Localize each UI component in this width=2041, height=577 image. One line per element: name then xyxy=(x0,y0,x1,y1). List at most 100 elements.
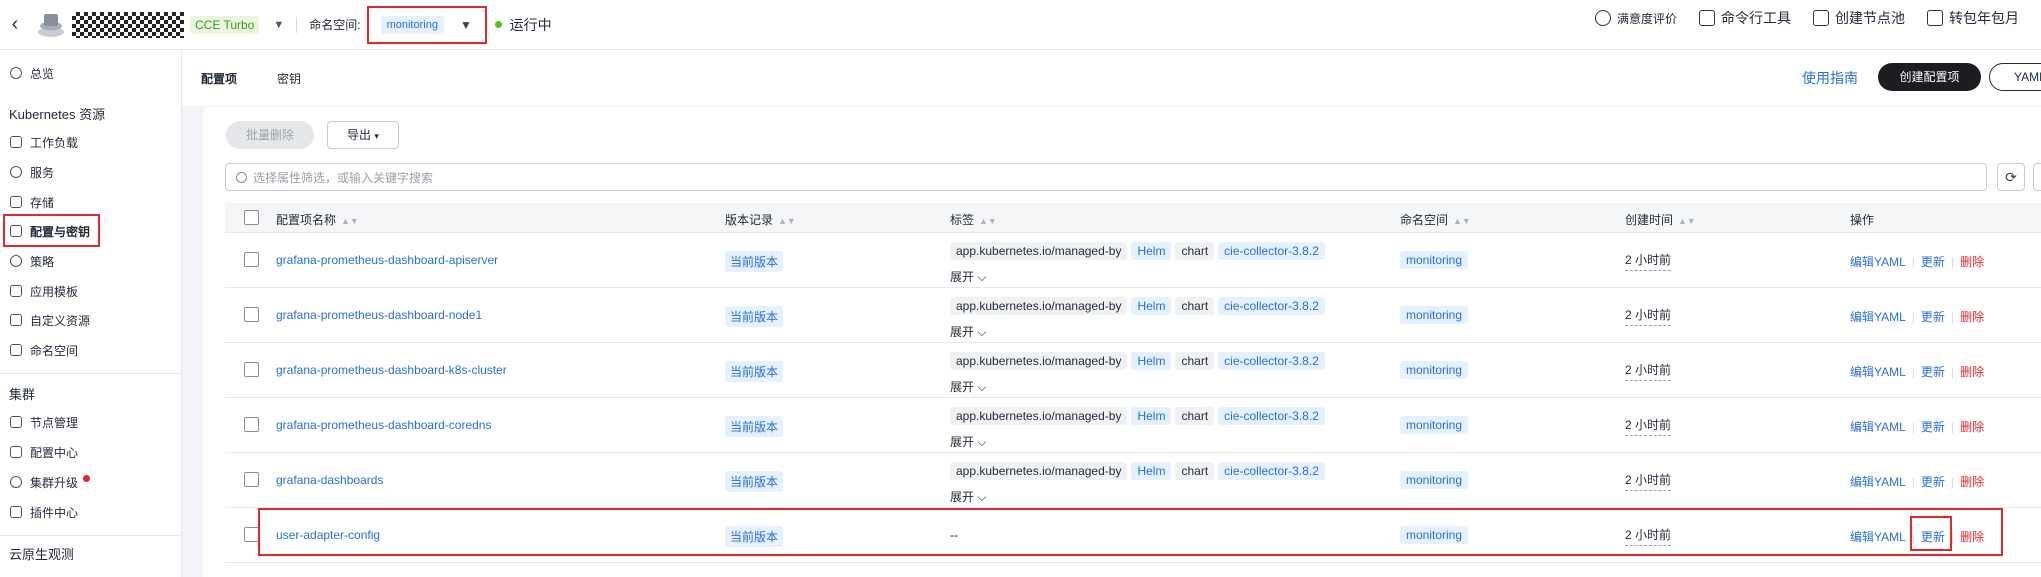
namespace-selector[interactable]: monitoring ▼ xyxy=(366,5,487,44)
row-checkbox[interactable] xyxy=(244,527,259,542)
column-header-namespace[interactable]: 命名空间 ▲▼ xyxy=(1400,211,1471,228)
create-configmap-button[interactable]: 创建配置项 xyxy=(1878,63,1981,91)
update-link[interactable]: 更新 xyxy=(1921,365,1945,379)
sidebar-item-custom-resources[interactable]: 自定义资源 xyxy=(10,310,90,330)
status-dot-icon xyxy=(494,21,502,28)
column-header-name[interactable]: 配置项名称 ▲▼ xyxy=(276,211,359,228)
cli-tool-link[interactable]: 命令行工具 xyxy=(1699,8,1791,28)
top-bar: ‹ CCE Turbo ▼ 命名空间: monitoring ▼ 运行中 满意度… xyxy=(0,0,2041,50)
table-row: grafana-dashboards 当前版本 app.kubernetes.i… xyxy=(225,453,2041,508)
chevron-down-icon: ⌵ xyxy=(977,435,987,449)
divider: | xyxy=(1950,420,1955,434)
configmap-name-link[interactable]: grafana-dashboards xyxy=(276,473,383,487)
configmap-name-link[interactable]: grafana-prometheus-dashboard-coredns xyxy=(276,418,491,432)
created-time: 2 小时前 xyxy=(1625,306,1672,326)
update-link[interactable]: 更新 xyxy=(1921,255,1945,269)
namespace-selected-value: monitoring xyxy=(380,15,444,34)
expand-labels-button[interactable]: 展开 ⌵ xyxy=(950,268,986,285)
sidebar-item-cluster-upgrade[interactable]: 集群升级 xyxy=(10,472,91,492)
sidebar-item-config-center[interactable]: 配置中心 xyxy=(10,442,78,462)
sidebar-item-services[interactable]: 服务 xyxy=(10,162,54,182)
configmap-name-link[interactable]: grafana-prometheus-dashboard-apiserver xyxy=(276,253,498,267)
delete-link[interactable]: 删除 xyxy=(1960,420,1984,434)
cluster-switch-caret-icon[interactable]: ▼ xyxy=(273,19,284,31)
select-all-checkbox[interactable] xyxy=(244,210,259,225)
sort-icon: ▲▼ xyxy=(979,216,997,226)
delete-link[interactable]: 删除 xyxy=(1960,310,1984,324)
version-badge[interactable]: 当前版本 xyxy=(725,416,784,437)
tab-configmaps[interactable]: 配置项 xyxy=(201,70,237,87)
update-link[interactable]: 更新 xyxy=(1921,310,1945,324)
update-highlight xyxy=(1910,516,1952,551)
page-header: 配置项 密钥 xyxy=(182,50,2041,106)
version-badge[interactable]: 当前版本 xyxy=(725,471,784,492)
namespace-badge: monitoring xyxy=(1400,361,1469,379)
label-value: cie-collector-3.8.2 xyxy=(1218,462,1325,480)
expand-labels-button[interactable]: 展开 ⌵ xyxy=(950,433,986,450)
sidebar-item-storage[interactable]: 存储 xyxy=(10,192,54,212)
labels-cell: app.kubernetes.io/managed-by Helm chart cie… xyxy=(950,297,1329,315)
sidebar-item-namespaces[interactable]: 命名空间 xyxy=(10,340,78,360)
row-checkbox[interactable] xyxy=(244,307,259,322)
delete-link[interactable]: 删除 xyxy=(1960,475,1984,489)
expand-labels-button[interactable]: 展开 ⌵ xyxy=(950,488,986,505)
sidebar-item-label: 存储 xyxy=(30,195,55,210)
search-input[interactable]: 选择属性筛选，或输入关键字搜索 xyxy=(225,163,1987,191)
label-key: app.kubernetes.io/managed-by xyxy=(950,462,1128,480)
create-yaml-button[interactable]: YAML xyxy=(1989,63,2041,91)
sidebar-item-workloads[interactable]: 工作负载 xyxy=(10,132,78,152)
sidebar-item-label: 自定义资源 xyxy=(30,313,91,328)
sidebar-item-app-templates[interactable]: 应用模板 xyxy=(10,281,78,301)
column-header-version[interactable]: 版本记录 ▲▼ xyxy=(725,211,796,228)
row-actions: 编辑YAML | 更新 | 删除 xyxy=(1850,418,1984,435)
sort-icon: ▲▼ xyxy=(1453,216,1471,226)
refresh-button[interactable]: ⟳ xyxy=(1997,163,2025,191)
sidebar-item-overview[interactable]: 总览 xyxy=(10,63,54,83)
edit-yaml-link[interactable]: 编辑YAML xyxy=(1850,365,1906,379)
batch-delete-button[interactable]: 批量删除 xyxy=(226,121,314,149)
label-key: app.kubernetes.io/managed-by xyxy=(950,297,1128,315)
cluster-status: 运行中 xyxy=(509,16,552,33)
row-checkbox[interactable] xyxy=(244,362,259,377)
tab-secrets[interactable]: 密钥 xyxy=(277,70,301,87)
sidebar-item-addons[interactable]: 插件中心 xyxy=(10,502,78,522)
delete-link[interactable]: 删除 xyxy=(1960,255,1984,269)
edit-yaml-link[interactable]: 编辑YAML xyxy=(1850,420,1906,434)
edit-yaml-link[interactable]: 编辑YAML xyxy=(1850,310,1906,324)
update-link[interactable]: 更新 xyxy=(1921,475,1945,489)
edit-yaml-link[interactable]: 编辑YAML xyxy=(1850,255,1906,269)
active-item-highlight xyxy=(3,214,100,247)
convert-subscription-link[interactable]: 转包年包月 xyxy=(1927,8,2019,28)
label-value: cie-collector-3.8.2 xyxy=(1218,297,1325,315)
export-button[interactable]: 导出 ▾ xyxy=(327,121,399,149)
expand-labels-button[interactable]: 展开 ⌵ xyxy=(950,378,986,395)
cube-icon xyxy=(10,344,22,356)
convert-subscription-label: 转包年包月 xyxy=(1949,10,2019,26)
expand-labels-button[interactable]: 展开 ⌵ xyxy=(950,323,986,340)
column-header-actions: 操作 xyxy=(1850,213,1875,227)
labels-cell: app.kubernetes.io/managed-by Helm chart cie… xyxy=(950,462,1329,480)
sidebar-item-nodes[interactable]: 节点管理 xyxy=(10,412,78,432)
back-icon[interactable]: ‹ xyxy=(0,13,30,36)
column-header-created[interactable]: 创建时间 ▲▼ xyxy=(1625,211,1696,228)
sidebar-item-policies[interactable]: 策略 xyxy=(10,251,54,271)
row-checkbox[interactable] xyxy=(244,472,259,487)
delete-link[interactable]: 删除 xyxy=(1960,365,1984,379)
edit-yaml-link[interactable]: 编辑YAML xyxy=(1850,475,1906,489)
column-header-labels[interactable]: 标签 ▲▼ xyxy=(950,211,997,228)
version-badge[interactable]: 当前版本 xyxy=(725,361,784,382)
top-actions: 满意度评价 命令行工具 创建节点池 转包年包月 xyxy=(1594,0,2041,36)
version-badge[interactable]: 当前版本 xyxy=(725,306,784,327)
create-node-pool-link[interactable]: 创建节点池 xyxy=(1813,8,1905,28)
version-badge[interactable]: 当前版本 xyxy=(725,251,784,272)
configmap-name-link[interactable]: grafana-prometheus-dashboard-k8s-cluster xyxy=(276,363,507,377)
feedback-link[interactable]: 满意度评价 xyxy=(1594,10,1677,27)
guide-link[interactable]: 使用指南 xyxy=(1802,68,1858,88)
settings-button[interactable] xyxy=(2033,163,2041,191)
label-value: cie-collector-3.8.2 xyxy=(1218,352,1325,370)
row-checkbox[interactable] xyxy=(244,252,259,267)
configmap-name-link[interactable]: grafana-prometheus-dashboard-node1 xyxy=(276,308,482,322)
row-checkbox[interactable] xyxy=(244,417,259,432)
update-link[interactable]: 更新 xyxy=(1921,420,1945,434)
label-key: chart xyxy=(1175,407,1215,425)
